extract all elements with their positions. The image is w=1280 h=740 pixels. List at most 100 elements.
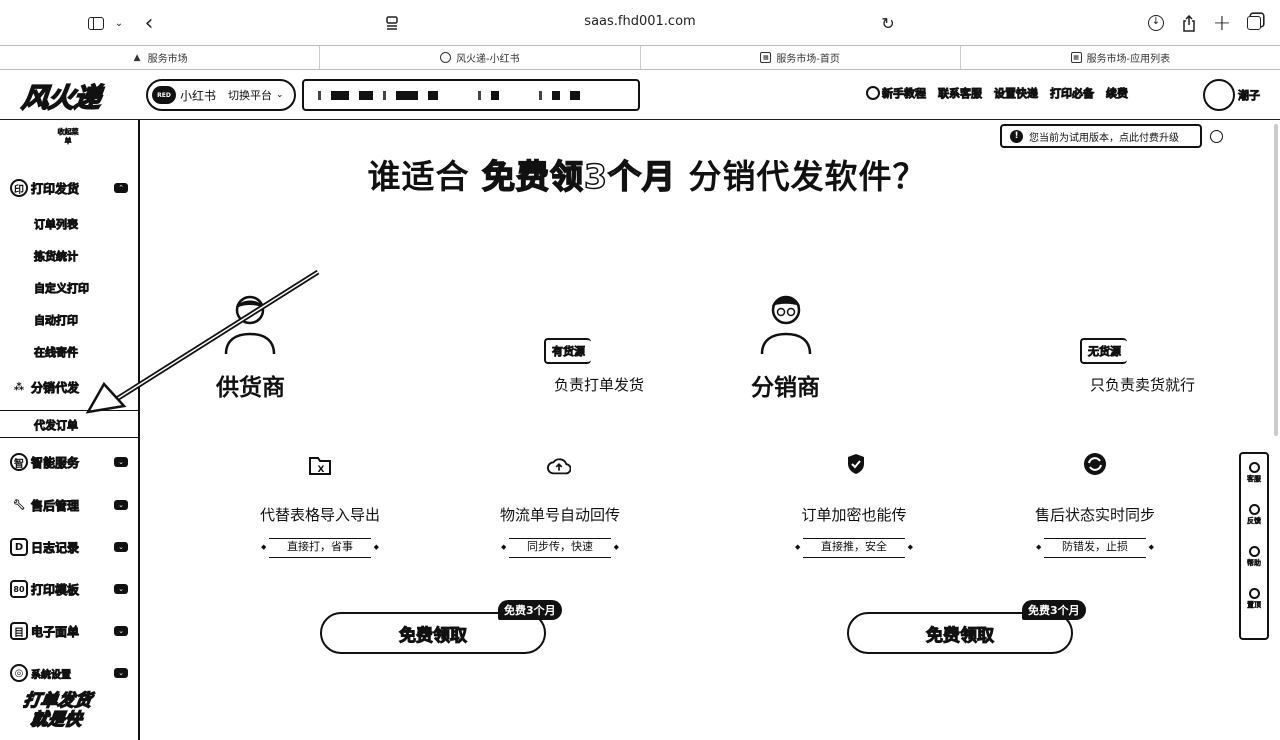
waybill-icon: 目: [10, 622, 28, 640]
avatar[interactable]: [1203, 79, 1235, 111]
sidebar-group-print-templates[interactable]: 80 打印模板 ⌄: [0, 575, 140, 603]
sidebar-group-label: 打印发货: [31, 181, 80, 196]
page-title: 谁适合 免费领3个月 分销代发软件？: [367, 156, 927, 197]
feature-tag: 直接打，省事: [255, 538, 385, 558]
sidebar-group-distribution[interactable]: ⁂ 分销代发: [0, 373, 140, 401]
wrench-icon: 🔧︎: [12, 499, 26, 511]
svg-text:X: X: [318, 465, 325, 475]
free-3-months-badge: 免费3个月: [498, 600, 562, 620]
platform-name: 小红书: [180, 88, 217, 103]
help-button[interactable]: 帮助: [1244, 546, 1264, 576]
supplier-tag: 有货源: [544, 338, 591, 364]
tab-service-market-apps[interactable]: ▦ 服务市场-应用列表: [961, 46, 1280, 69]
feature-title: 订单加密也能传: [801, 506, 907, 524]
tab-label: 服务市场-首页: [776, 54, 840, 65]
sidebar-item-label: 代发订单: [34, 419, 79, 433]
user-name[interactable]: 潮子: [1238, 87, 1261, 103]
tab-label: 风火递-小红书: [456, 54, 520, 65]
new-tab-icon[interactable]: +: [1213, 11, 1231, 36]
sidebar-item-auto-print[interactable]: 自动打印: [34, 312, 79, 328]
print-essentials-button[interactable]: 打印必备: [1050, 85, 1094, 101]
play-icon: [866, 86, 880, 100]
sidebar-group-logs[interactable]: D 日志记录 ⌄: [0, 533, 140, 561]
sidebar-group-settings[interactable]: ◎ 系统设置 ⌄: [0, 659, 140, 687]
tab-label: 服务市场: [147, 54, 188, 65]
sidebar-group-e-waybill[interactable]: 目 电子面单 ⌄: [0, 617, 140, 645]
chevron-down-icon[interactable]: ⌄: [113, 12, 125, 34]
distributor-avatar-icon: [760, 295, 812, 355]
trial-upgrade-notice[interactable]: ! 您当前为试用版本，点此付费升级: [1000, 124, 1202, 148]
brand-logo[interactable]: 风火递: [19, 76, 102, 115]
feature-tag: 防错发，止损: [1030, 538, 1160, 558]
trial-notice-text: 您当前为试用版本，点此付费升级: [1029, 132, 1179, 144]
free-3-months-badge: 免费3个月: [1022, 600, 1086, 620]
tutorial-button[interactable]: 新手教程: [866, 85, 926, 101]
switch-platform-label: 切换平台: [228, 89, 273, 102]
tab-service-market[interactable]: ▲ 服务市场: [0, 46, 321, 69]
sidebar-toggle-icon[interactable]: [86, 12, 106, 34]
tab-overview-icon[interactable]: [1245, 12, 1263, 34]
chevron-down-icon: ⌄: [114, 668, 128, 678]
scrollbar[interactable]: [1274, 124, 1278, 436]
chevron-down-icon: ⌄: [114, 500, 128, 510]
page-menu-icon[interactable]: [384, 12, 400, 34]
info-icon: !: [1010, 129, 1023, 143]
sidebar-group-after-sales[interactable]: 🔧︎ 售后管理 ⌄: [0, 491, 140, 519]
cloud-upload-icon: [547, 454, 571, 478]
share-icon[interactable]: [1180, 12, 1198, 34]
app-header: 风火递 RED 小红书 切换平台 ⌄ 新手教程 联系客服 设置快递 打印必备 续…: [0, 70, 1280, 120]
store-icon: ▦: [760, 52, 772, 63]
back-icon[interactable]: ‹: [140, 11, 158, 36]
supplier-desc: 负责打单发货: [554, 376, 645, 394]
share-icon: ⁂: [13, 381, 25, 393]
bulb-icon: 智: [10, 453, 28, 471]
feature-tag: 同步传，快速: [495, 538, 625, 558]
sidebar-item-online-shipping[interactable]: 在线寄件: [34, 344, 79, 360]
template-icon: 80: [10, 580, 28, 598]
sidebar-item-dropship-orders[interactable]: 代发订单: [0, 410, 140, 438]
sidebar-item-custom-print[interactable]: 自定义打印: [34, 280, 90, 296]
renew-button[interactable]: 续费: [1106, 85, 1128, 101]
distributor-desc: 只负责卖货就行: [1090, 376, 1196, 394]
sidebar-group-label: 日志记录: [31, 540, 80, 555]
tab-label: 服务市场-应用列表: [1086, 54, 1171, 65]
distributor-tag: 无货源: [1080, 338, 1127, 364]
download-icon[interactable]: ↓: [1147, 12, 1165, 34]
tab-fenghuodi-xiaohongshu[interactable]: 风火递-小红书: [320, 46, 641, 69]
collapse-menu-button[interactable]: 收起菜单: [56, 128, 80, 156]
tab-strip: ▲ 服务市场 风火递-小红书 ▦ 服务市场-首页 ▦ 服务市场-应用列表: [0, 46, 1280, 70]
address-bar[interactable]: saas.fhd001.com: [540, 14, 740, 29]
supplier-avatar-icon: [224, 295, 276, 355]
shop-selector-redacted[interactable]: [302, 79, 640, 111]
distributor-title: 分销商: [751, 375, 820, 401]
sidebar-item-order-list[interactable]: 订单列表: [34, 216, 79, 232]
feature-title: 售后状态实时同步: [1034, 506, 1155, 524]
excel-icon: X: [308, 454, 332, 478]
express-settings-button[interactable]: 设置快递: [994, 85, 1038, 101]
feature-title: 物流单号自动回传: [499, 506, 620, 524]
platform-switcher[interactable]: RED 小红书 切换平台 ⌄: [146, 79, 296, 111]
shield-icon: [844, 452, 868, 476]
more-icon: ◎: [10, 664, 28, 682]
feedback-button[interactable]: 反馈: [1244, 504, 1264, 534]
tab-service-market-home[interactable]: ▦ 服务市场-首页: [641, 46, 961, 69]
sidebar-group-smart-service[interactable]: 智 智能服务 ⌄: [0, 448, 140, 476]
contact-support-button[interactable]: 联系客服: [938, 85, 982, 101]
browser-toolbar: ⌄ ‹ saas.fhd001.com ↻ ↓ +: [0, 0, 1280, 46]
triangle-icon: ▲: [133, 52, 141, 63]
floating-toolbar: 客服 反馈 帮助 置顶: [1239, 452, 1269, 640]
sidebar-group-label: 分销代发: [31, 380, 80, 395]
sidebar-group-print-ship[interactable]: 印 打印发货 ⌃: [0, 174, 140, 202]
back-to-top-button[interactable]: 置顶: [1244, 588, 1264, 618]
reload-icon[interactable]: ↻: [880, 12, 896, 34]
sidebar-item-picking-stats[interactable]: 拣货统计: [34, 248, 79, 264]
sidebar-group-label: 智能服务: [31, 455, 80, 470]
print-icon: 印: [10, 179, 28, 197]
log-icon: D: [10, 538, 28, 556]
sidebar-slogan: 打单发货 就是快: [21, 690, 93, 730]
close-icon[interactable]: [1210, 130, 1223, 143]
store-icon: ▦: [1070, 52, 1082, 63]
customer-service-button[interactable]: 客服: [1244, 462, 1264, 492]
sidebar-group-label: 售后管理: [31, 498, 80, 513]
sidebar-group-label: 电子面单: [31, 624, 80, 639]
